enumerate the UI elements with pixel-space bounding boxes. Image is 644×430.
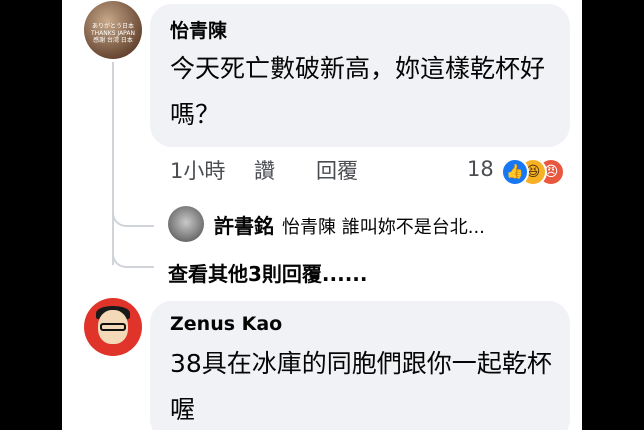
- reply-preview[interactable]: 許書銘 怡青陳 誰叫妳不是台北...: [214, 210, 485, 239]
- comment-author[interactable]: 怡青陳: [170, 16, 227, 43]
- comments-panel: ありがとう日本 THANKS JAPAN 感謝 台湾 日本 怡青陳 今天死亡數破新高…: [62, 0, 582, 430]
- comment-author[interactable]: Zenus Kao: [170, 313, 282, 335]
- comment-bubble: Zenus Kao 38具在冰庫的同胞們跟你一起乾杯喔: [150, 301, 570, 430]
- reaction-count: 18: [467, 157, 494, 181]
- avatar-reply[interactable]: [168, 206, 204, 242]
- avatar-glasses: [100, 323, 126, 331]
- view-more-replies-link[interactable]: 查看其他3則回覆......: [168, 258, 368, 287]
- avatar-comment2[interactable]: [84, 298, 142, 356]
- reply-author[interactable]: 許書銘: [214, 214, 274, 238]
- thread-connector: [112, 195, 154, 227]
- like-link[interactable]: 讚: [254, 155, 275, 185]
- thread-line: [112, 62, 114, 265]
- like-icon: 👍: [501, 158, 529, 186]
- reaction-summary[interactable]: 18 👍 😆 😠: [467, 157, 577, 187]
- comment-time[interactable]: 1小時: [170, 155, 225, 185]
- comment-text: 38具在冰庫的同胞們跟你一起乾杯喔: [170, 349, 552, 424]
- thread-connector: [112, 240, 154, 268]
- reply-text: 怡青陳 誰叫妳不是台北...: [282, 217, 485, 238]
- avatar-comment1[interactable]: ありがとう日本 THANKS JAPAN 感謝 台湾 日本: [84, 1, 142, 59]
- reply-link[interactable]: 回覆: [316, 155, 358, 185]
- comment-text: 今天死亡數破新高，妳這樣乾杯好嗎？: [170, 54, 546, 129]
- avatar-lettering: ありがとう日本 THANKS JAPAN 感謝 台湾 日本: [90, 23, 135, 44]
- comment-bubble: 怡青陳 今天死亡數破新高，妳這樣乾杯好嗎？: [150, 4, 570, 147]
